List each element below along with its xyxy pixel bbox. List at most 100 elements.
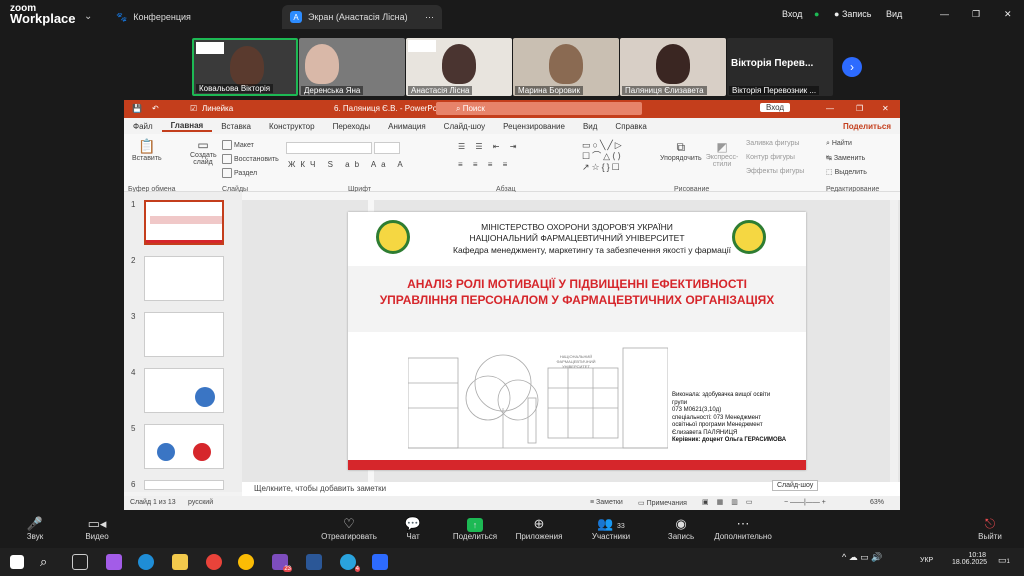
login-button[interactable]: Вход <box>782 9 802 19</box>
restore-icon[interactable]: ❐ <box>972 9 980 20</box>
language-indicator[interactable]: УКР <box>920 557 933 564</box>
share-button[interactable]: Поделиться <box>834 122 900 131</box>
task-view-icon[interactable] <box>72 554 88 570</box>
tab-insert[interactable]: Вставка <box>212 122 260 131</box>
chrome-icon[interactable] <box>206 554 222 570</box>
minimize-icon[interactable]: — <box>940 9 949 19</box>
new-slide-button[interactable]: ▭ Создать слайд <box>190 138 217 166</box>
shape-effects-button[interactable]: Эффекты фигуры <box>746 168 804 175</box>
view-buttons[interactable]: ▣▦▥▭ <box>702 498 760 506</box>
paragraph-buttons[interactable]: ☰ ☰ ⇤ ⇥ <box>458 142 520 151</box>
shape-fill-button[interactable]: Заливка фигуры <box>746 140 799 147</box>
video-button[interactable]: ▭◂ Видео <box>62 516 132 541</box>
thumb-pie-chart <box>193 443 211 461</box>
layout-button[interactable]: Макет <box>222 140 254 150</box>
close-icon[interactable]: ✕ <box>882 104 889 113</box>
apps-button[interactable]: ⊕ Приложения <box>504 516 574 541</box>
participant-tile[interactable]: Деренська Яна <box>299 38 405 96</box>
ppt-login-button[interactable]: Вход <box>760 103 791 112</box>
tab-file[interactable]: Файл <box>124 122 162 131</box>
participant-tile[interactable]: Анастасія Лісна <box>406 38 512 96</box>
zoom-slider[interactable]: − ——|—— + <box>784 499 826 506</box>
ruler-toggle[interactable]: Линейка <box>202 104 233 113</box>
tab-view[interactable]: Вид <box>574 122 606 131</box>
comments-toggle[interactable]: ▭ Примечания <box>638 499 687 507</box>
reset-button[interactable]: Восстановить <box>222 154 279 164</box>
more-icon[interactable]: ⋯ <box>425 12 434 23</box>
word-icon[interactable] <box>306 554 322 570</box>
select-button[interactable]: ⬚ Выделить <box>826 168 867 176</box>
tab-slideshow[interactable]: Слайд-шоу <box>435 122 494 131</box>
tab-transitions[interactable]: Переходы <box>324 122 380 131</box>
viber-icon[interactable]: 23 <box>272 554 292 572</box>
replace-button[interactable]: ↹ Заменить <box>826 154 865 162</box>
more-button[interactable]: ⋯ Дополнительно <box>708 516 778 541</box>
font-size-select[interactable] <box>374 142 400 154</box>
participant-tile[interactable]: Марина Боровик <box>513 38 619 96</box>
participant-tile[interactable]: Ковальова Вікторія <box>192 38 298 96</box>
notification-badge: 4 <box>354 566 360 572</box>
chevron-down-icon[interactable]: ⌄ <box>84 11 92 22</box>
align-buttons[interactable]: ≡ ≡ ≡ ≡ <box>458 160 511 169</box>
font-format-buttons[interactable]: ЖКЧ S ab Aa A <box>288 160 408 169</box>
shape-outline-button[interactable]: Контур фигуры <box>746 154 795 161</box>
slide-thumbnail[interactable] <box>144 424 224 469</box>
font-name-select[interactable] <box>286 142 372 154</box>
search-icon[interactable]: ⌕ <box>40 554 56 570</box>
notification-icon[interactable]: ▭1 <box>998 555 1010 566</box>
telegram-icon[interactable]: 4 <box>340 554 360 572</box>
tab-home[interactable]: Главная <box>161 121 213 132</box>
quick-styles-button[interactable]: ◩ Экспресс-стили <box>704 140 740 168</box>
current-slide[interactable]: МІНІСТЕРСТВО ОХОРОНИ ЗДОРОВ'Я УКРАЇНИ НА… <box>348 212 806 470</box>
copilot-icon[interactable] <box>106 554 122 570</box>
tab-animations[interactable]: Анимация <box>379 122 435 131</box>
participants-button[interactable]: 👥 33 Участники <box>576 516 646 541</box>
slide-thumbnail[interactable] <box>144 312 224 357</box>
slide-thumbnail[interactable] <box>144 256 224 301</box>
notes-toggle[interactable]: ≡ Заметки <box>590 499 623 506</box>
audio-button[interactable]: 🎤 Звук <box>0 516 70 541</box>
record-toolbar-button[interactable]: ◉ Запись <box>646 516 716 541</box>
find-button[interactable]: ⌕ Найти <box>826 140 852 148</box>
video-label: Видео <box>85 532 109 541</box>
tab-review[interactable]: Рецензирование <box>494 122 574 131</box>
leave-button[interactable]: ⎋ Выйти <box>956 516 1024 541</box>
record-button[interactable]: ● Запись <box>834 9 871 19</box>
restore-icon[interactable]: ❐ <box>856 104 863 113</box>
participant-tile[interactable]: Паляниця Єлизавета <box>620 38 726 96</box>
zoom-level[interactable]: 63% <box>870 499 884 506</box>
scrollbar[interactable] <box>890 200 898 482</box>
view-button[interactable]: Вид <box>886 9 902 19</box>
language-status[interactable]: русский <box>188 499 213 506</box>
folder-icon[interactable] <box>172 554 188 570</box>
save-icon[interactable]: 💾 <box>132 104 142 113</box>
slide-thumbnail[interactable] <box>144 368 224 413</box>
arrange-button[interactable]: ⧉ Упорядочить <box>660 140 702 162</box>
slide-thumbnail[interactable] <box>144 200 224 245</box>
participant-tile[interactable]: Вікторія Перев... Вікторія Перевозник ..… <box>727 38 833 96</box>
windows-start-icon[interactable] <box>10 555 24 569</box>
share-screen-button[interactable]: ↑ Поделиться <box>440 516 510 541</box>
checkbox-icon[interactable]: ☑ <box>190 104 197 113</box>
chrome-icon[interactable] <box>238 554 254 570</box>
status-bar: Слайд 1 из 13 русский ≡ Заметки ▭ Примеч… <box>124 496 900 510</box>
section-button[interactable]: Раздел <box>222 168 257 178</box>
tab-design[interactable]: Конструктор <box>260 122 324 131</box>
shapes-gallery[interactable]: ▭○╲╱▷ ☐⌒△⟨⟩ ↗☆{}☐ <box>582 140 652 173</box>
clock[interactable]: 10:18 18.06.2025 <box>952 552 987 566</box>
minimize-icon[interactable]: — <box>826 104 834 113</box>
tab-screen-share[interactable]: A Экран (Анастасія Лісна) ⋯ <box>282 5 442 29</box>
zoom-icon[interactable] <box>372 554 388 570</box>
close-icon[interactable]: ✕ <box>1004 9 1012 20</box>
tray-icons[interactable]: ^ ☁ ▭ 🔊 <box>842 552 882 563</box>
paste-button[interactable]: 📋 Вставить <box>132 138 162 162</box>
undo-icon[interactable]: ↶ <box>152 104 159 113</box>
edge-icon[interactable] <box>138 554 154 570</box>
tab-conference[interactable]: 🐾 Конференция <box>108 5 199 29</box>
slide-thumbnail[interactable] <box>144 480 224 490</box>
search-input[interactable]: ⌕ Поиск <box>436 102 642 115</box>
tab-help[interactable]: Справка <box>606 122 655 131</box>
chat-button[interactable]: 💬 Чат <box>378 516 448 541</box>
next-page-button[interactable]: › <box>842 57 862 77</box>
react-button[interactable]: ♡ Отреагировать <box>314 516 384 541</box>
